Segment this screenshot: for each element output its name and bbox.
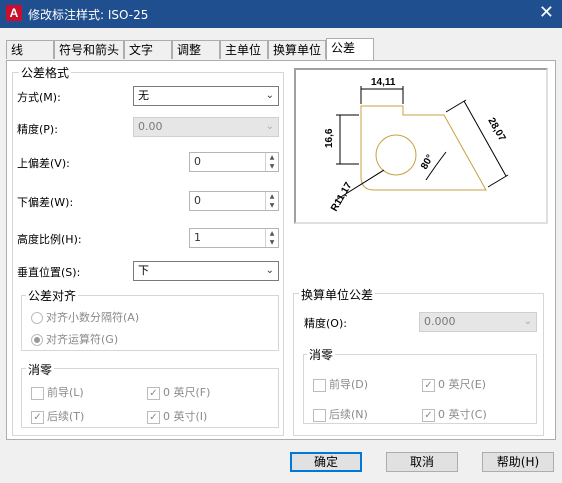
alt-zero-suppression-title: 消零 (307, 346, 336, 363)
align-operator-radio[interactable]: 对齐运算符(G) (31, 331, 118, 347)
tab-fit[interactable]: 调整 (172, 40, 220, 59)
window-title: 修改标注样式: ISO-25 (28, 8, 149, 22)
close-icon[interactable]: ✕ (539, 3, 554, 23)
checkbox-checked-icon: ✓ (31, 410, 44, 424)
inches-label: 0 英寸(I) (163, 410, 208, 423)
help-button[interactable]: 帮助(H) (482, 452, 554, 472)
alt-precision-value: 0.000 (424, 315, 456, 328)
chevron-down-icon: ⌄ (523, 316, 532, 327)
cancel-button[interactable]: 取消 (386, 452, 458, 472)
precision-select[interactable]: 0.00 ⌄ (133, 117, 279, 137)
alt-inches-label: 0 英寸(C) (438, 408, 487, 421)
feet-checkbox[interactable]: ✓ 0 英尺(F) (147, 384, 210, 400)
tab-tolerances[interactable]: 公差 (326, 38, 374, 60)
tab-symbols-arrows[interactable]: 符号和箭头 (54, 40, 124, 59)
alt-inches-checkbox[interactable]: ✓ 0 英寸(C) (422, 406, 487, 422)
upper-deviation-label: 上偏差(V): (17, 157, 70, 170)
upper-deviation-value: 0 (194, 155, 201, 168)
spin-down-icon[interactable]: ▼ (266, 238, 278, 247)
inches-checkbox[interactable]: ✓ 0 英寸(I) (147, 408, 207, 424)
spin-up-icon[interactable]: ▲ (266, 153, 278, 162)
alt-feet-label: 0 英尺(E) (438, 378, 487, 391)
method-select[interactable]: 无 ⌄ (133, 86, 279, 106)
chevron-down-icon: ⌄ (265, 90, 274, 101)
alternate-unit-tolerance-title: 换算单位公差 (299, 286, 376, 303)
vertical-position-select[interactable]: 下 ⌄ (133, 261, 279, 281)
alt-precision-label: 精度(O): (304, 317, 347, 330)
method-value: 无 (138, 89, 149, 102)
leading-checkbox[interactable]: 前导(L) (31, 384, 84, 400)
precision-label: 精度(P): (17, 123, 58, 136)
spin-down-icon[interactable]: ▼ (266, 201, 278, 210)
trailing-checkbox[interactable]: ✓ 后续(T) (31, 408, 84, 424)
checkbox-checked-icon: ✓ (422, 378, 435, 392)
dim-left-text: 16,6 (324, 128, 335, 148)
tab-text[interactable]: 文字 (124, 40, 172, 59)
checkbox-checked-icon: ✓ (147, 410, 160, 424)
zero-suppression-title: 消零 (26, 361, 55, 378)
dim-right-text: 28,07 (485, 116, 507, 144)
leading-label: 前导(L) (47, 386, 84, 399)
height-scale-value: 1 (194, 231, 201, 244)
autocad-logo-icon: A (6, 5, 22, 21)
spin-up-icon[interactable]: ▲ (266, 229, 278, 238)
lower-deviation-value: 0 (194, 194, 201, 207)
checkbox-empty-icon (313, 408, 326, 422)
alt-trailing-checkbox[interactable]: 后续(N) (313, 406, 368, 422)
tolerance-alignment-title: 公差对齐 (26, 287, 79, 304)
dimension-preview-drawing: 14,11 16,6 28,07 80° R11,17 (324, 77, 509, 214)
vertical-position-label: 垂直位置(S): (17, 266, 81, 279)
align-decimal-radio[interactable]: 对齐小数分隔符(A) (31, 309, 139, 325)
dim-top-text: 14,11 (371, 77, 396, 88)
dim-radius-text: R11,17 (329, 180, 355, 213)
align-operator-label: 对齐运算符(G) (46, 333, 119, 346)
height-scale-input[interactable]: 1 ▲ ▼ (189, 228, 279, 248)
height-scale-label: 高度比例(H): (17, 233, 82, 246)
trailing-label: 后续(T) (47, 410, 85, 423)
align-decimal-label: 对齐小数分隔符(A) (46, 311, 140, 324)
alt-leading-checkbox[interactable]: 前导(D) (313, 376, 368, 392)
radio-checked-icon (31, 334, 43, 346)
alt-trailing-label: 后续(N) (329, 408, 368, 421)
radio-circle-icon (31, 312, 43, 324)
checkbox-empty-icon (31, 386, 44, 400)
lower-deviation-label: 下偏差(W): (17, 196, 74, 209)
method-label: 方式(M): (17, 91, 61, 104)
feet-label: 0 英尺(F) (163, 386, 211, 399)
vertical-position-value: 下 (138, 264, 149, 277)
spin-down-icon[interactable]: ▼ (266, 162, 278, 171)
upper-deviation-input[interactable]: 0 ▲ ▼ (189, 152, 279, 172)
alt-leading-label: 前导(D) (329, 378, 369, 391)
tab-lines[interactable]: 线 (6, 40, 54, 59)
tolerance-panel: 公差格式 方式(M): 无 ⌄ 精度(P): 0.00 ⌄ 上偏差(V): 0 … (6, 60, 556, 440)
chevron-down-icon: ⌄ (265, 265, 274, 276)
tab-primary-units[interactable]: 主单位 (220, 40, 268, 59)
checkbox-checked-icon: ✓ (147, 386, 160, 400)
tab-alternate-units[interactable]: 换算单位 (268, 40, 326, 59)
precision-value: 0.00 (138, 120, 163, 133)
ok-button[interactable]: 确定 (290, 452, 362, 472)
title-bar: A 修改标注样式: ISO-25 ✕ (0, 0, 562, 28)
lower-deviation-input[interactable]: 0 ▲ ▼ (189, 191, 279, 211)
checkbox-empty-icon (313, 378, 326, 392)
checkbox-checked-icon: ✓ (422, 408, 435, 422)
alt-precision-select[interactable]: 0.000 ⌄ (419, 312, 537, 332)
spin-up-icon[interactable]: ▲ (266, 192, 278, 201)
preview-pane: 14,11 16,6 28,07 80° R11,17 (294, 68, 548, 224)
tolerance-format-title: 公差格式 (19, 64, 72, 81)
chevron-down-icon: ⌄ (265, 121, 274, 132)
alt-feet-checkbox[interactable]: ✓ 0 英尺(E) (422, 376, 486, 392)
